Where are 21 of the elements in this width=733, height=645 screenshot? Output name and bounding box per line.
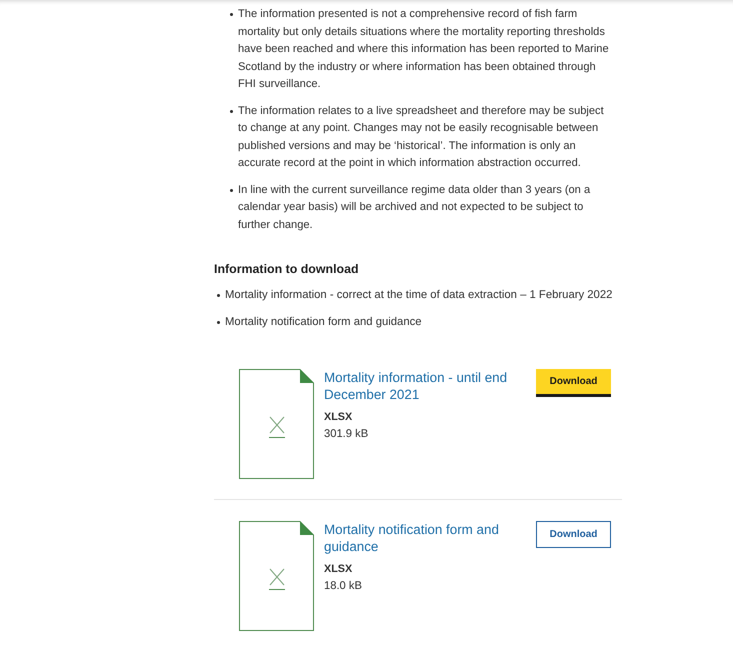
section-heading: Information to download xyxy=(214,261,360,278)
file-size-text: 18.0 kB xyxy=(324,579,363,594)
spreadsheet-file-icon xyxy=(239,369,314,479)
spreadsheet-file-icon xyxy=(239,521,314,631)
note-text: The information relates to a live spreadsheet and therefore may be subject to change at any point. Changes may not be easily recognisable between published versions and may be ‘historical’. The information is only an accurate record at the point in which information abstraction occurred. xyxy=(238,104,605,171)
bullet-icon xyxy=(230,188,233,192)
bullet-icon xyxy=(217,294,220,297)
file-type-text: XLSX xyxy=(324,410,354,425)
download-button[interactable]: Download xyxy=(536,369,611,397)
list-item-text: Mortality notification form and guidance xyxy=(225,315,422,330)
bullet-icon xyxy=(217,321,220,324)
bullet-icon xyxy=(230,110,233,112)
document-title-link[interactable]: Mortality information - until end December 2021 xyxy=(324,369,520,403)
note-text: The information presented is not a comprehensive record of fish farm mortality but only details situations where the mortality reporting thresholds have been reached and where this information has been reported to Marine Scotland by the industry or where information has been obtained through FHI surveillance. xyxy=(238,7,610,92)
download-button[interactable]: Download xyxy=(536,521,611,548)
list-item-text: Mortality information - correct at the time of data extraction – 1 February 2022 xyxy=(225,288,612,303)
file-size-text: 301.9 kB xyxy=(324,427,370,442)
file-type-text: XLSX xyxy=(324,562,354,577)
note-text: In line with the current surveillance regime data older than 3 years (on a calendar year basis) will be archived and not expected to be subject to further change. xyxy=(238,182,592,232)
document-title-link[interactable]: Mortality notification form and guidance xyxy=(324,521,520,555)
bullet-icon xyxy=(230,13,233,16)
